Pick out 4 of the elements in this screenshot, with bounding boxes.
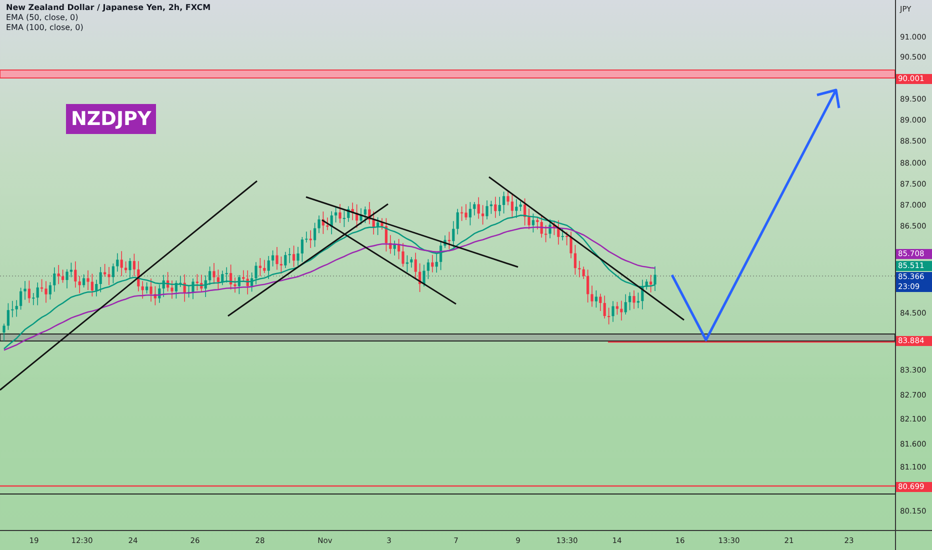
- chart-title: New Zealand Dollar / Japanese Yen, 2h, FXCM: [6, 3, 211, 12]
- indicator-label: EMA (50, close, 0): [6, 13, 80, 22]
- indicator-label: EMA (100, close, 0): [6, 23, 84, 32]
- symbol-label: NZDJPY: [66, 104, 156, 134]
